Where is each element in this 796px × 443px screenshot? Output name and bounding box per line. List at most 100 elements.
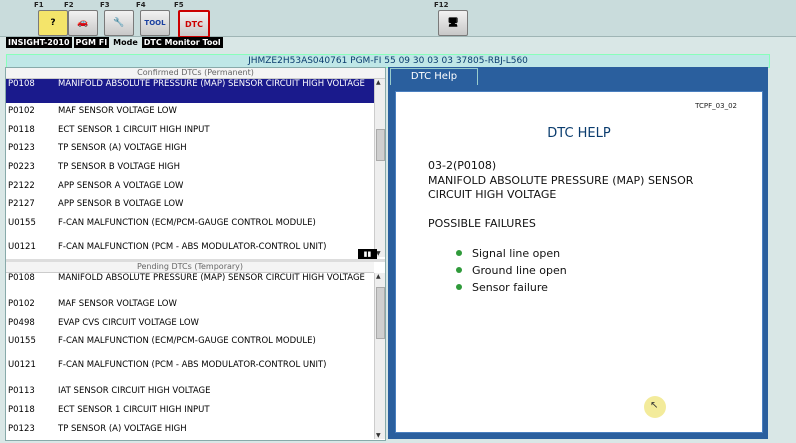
dtc-desc: MANIFOLD ABSOLUTE PRESSURE (MAP) SENSOR … <box>58 273 365 283</box>
mode-label: Mode <box>111 37 140 48</box>
vehicle-name: INSIGHT-2010 <box>6 37 72 48</box>
help-title: DTC HELP <box>547 126 611 141</box>
dtc-desc: F-CAN MALFUNCTION (PCM - ABS MODULATOR-C… <box>58 242 327 252</box>
dtc-desc: APP SENSOR B VOLTAGE LOW <box>58 199 184 209</box>
tab-dtc-help[interactable]: DTC Help <box>390 68 478 85</box>
dtc-code: P0498 <box>8 318 35 328</box>
dtc-row[interactable]: U0121 F-CAN MALFUNCTION (PCM - ABS MODUL… <box>6 242 374 259</box>
dtc-code: P0102 <box>8 106 35 116</box>
confirmed-scrollbar[interactable]: ▲ ▼ <box>374 79 385 257</box>
dtc-code: P0123 <box>8 424 35 434</box>
tool-icon[interactable]: TOOL <box>140 10 170 36</box>
dtc-row[interactable]: P0102 MAF SENSOR VOLTAGE LOW <box>6 106 374 120</box>
dtc-row[interactable]: P0123 TP SENSOR (A) VOLTAGE HIGH <box>6 143 374 157</box>
confirmed-dtc-header: Confirmed DTCs (Permanent) <box>6 68 385 79</box>
dtc-row[interactable]: P0108 MANIFOLD ABSOLUTE PRESSURE (MAP) S… <box>6 273 374 295</box>
dtc-code: U0121 <box>8 242 36 252</box>
dtc-desc: F-CAN MALFUNCTION (ECM/PCM-GAUGE CONTROL… <box>58 336 316 346</box>
dtc-row[interactable]: P0118 ECT SENSOR 1 CIRCUIT HIGH INPUT <box>6 405 374 419</box>
help-desc-line-1: MANIFOLD ABSOLUTE PRESSURE (MAP) SENSOR <box>428 174 694 187</box>
dtc-row[interactable]: P0123 TP SENSOR (A) VOLTAGE HIGH <box>6 424 374 438</box>
f5-label: F5 <box>174 1 184 9</box>
dtc-row[interactable]: P2127 APP SENSOR B VOLTAGE LOW <box>6 199 374 213</box>
function-toolbar: F1 ? F2 🚗 F3 🔧 F4 TOOL F5 DTC F12 🖥 <box>0 0 796 38</box>
pending-dtc-list: P0108 MANIFOLD ABSOLUTE PRESSURE (MAP) S… <box>6 273 374 439</box>
dtc-icon[interactable]: DTC <box>178 10 210 38</box>
mouse-pointer-icon: ↖ <box>650 400 659 411</box>
dtc-row[interactable]: P0118 ECT SENSOR 1 CIRCUIT HIGH INPUT <box>6 125 374 139</box>
f2-label: F2 <box>64 1 74 9</box>
dtc-desc: TP SENSOR (A) VOLTAGE HIGH <box>58 424 187 434</box>
scroll-thumb[interactable] <box>376 129 385 161</box>
f1-key[interactable]: F1 ? <box>34 1 68 36</box>
dtc-row[interactable]: P0223 TP SENSOR B VOLTAGE HIGH <box>6 162 374 176</box>
failure-item: Signal line open <box>456 247 560 260</box>
f3-label: F3 <box>100 1 110 9</box>
dtc-row[interactable]: P0498 EVAP CVS CIRCUIT VOLTAGE LOW <box>6 318 374 332</box>
f3-key[interactable]: F3 🔧 <box>100 1 134 36</box>
dtc-code: P0223 <box>8 162 35 172</box>
dtc-desc: EVAP CVS CIRCUIT VOLTAGE LOW <box>58 318 199 328</box>
dtc-row[interactable]: U0121 F-CAN MALFUNCTION (PCM - ABS MODUL… <box>6 360 374 382</box>
dtc-code: P0113 <box>8 386 35 396</box>
dtc-code: P2127 <box>8 199 35 209</box>
dtc-help-panel: DTC Help TCPF_03_02 DTC HELP 03-2(P0108)… <box>388 67 768 439</box>
scroll-up-icon[interactable]: ▲ <box>376 79 381 86</box>
bullet-icon <box>456 250 462 256</box>
scroll-up-icon[interactable]: ▲ <box>376 273 381 280</box>
dtc-desc: MAF SENSOR VOLTAGE LOW <box>58 299 177 309</box>
dtc-code: U0155 <box>8 218 36 228</box>
bullet-icon <box>456 284 462 290</box>
failure-text: Sensor failure <box>472 281 548 294</box>
dtc-row[interactable]: U0155 F-CAN MALFUNCTION (ECM/PCM-GAUGE C… <box>6 336 374 350</box>
dtc-code: P0108 <box>8 79 35 89</box>
f12-key[interactable]: F12 🖥 <box>434 1 468 36</box>
car-icon[interactable]: 🚗 <box>68 10 98 36</box>
mode-bar: INSIGHT-2010 PGM FI Mode DTC Monitor Too… <box>6 37 223 48</box>
dtc-desc: TP SENSOR (A) VOLTAGE HIGH <box>58 143 187 153</box>
failure-item: Sensor failure <box>456 281 548 294</box>
dtc-row[interactable]: P2122 APP SENSOR A VOLTAGE LOW <box>6 181 374 195</box>
dtc-row[interactable]: U0155 F-CAN MALFUNCTION (ECM/PCM-GAUGE C… <box>6 218 374 232</box>
scroll-down-icon[interactable]: ▼ <box>376 432 381 439</box>
dtc-desc: APP SENSOR A VOLTAGE LOW <box>58 181 184 191</box>
tools-icon[interactable]: 🔧 <box>104 10 134 36</box>
dtc-code: U0155 <box>8 336 36 346</box>
f4-label: F4 <box>136 1 146 9</box>
dtc-desc: F-CAN MALFUNCTION (PCM - ABS MODULATOR-C… <box>58 360 327 370</box>
pending-scrollbar[interactable]: ▲ ▼ <box>374 273 385 439</box>
computer-icon[interactable]: 🖥 <box>438 10 468 36</box>
dtc-desc: MAF SENSOR VOLTAGE LOW <box>58 106 177 116</box>
dtc-row[interactable]: P0102 MAF SENSOR VOLTAGE LOW <box>6 299 374 313</box>
dtc-desc: ECT SENSOR 1 CIRCUIT HIGH INPUT <box>58 125 210 135</box>
f5-key[interactable]: F5 DTC <box>174 1 210 38</box>
confirmed-dtc-list: P0108 MANIFOLD ABSOLUTE PRESSURE (MAP) S… <box>6 79 374 259</box>
dtc-desc: ECT SENSOR 1 CIRCUIT HIGH INPUT <box>58 405 210 415</box>
dtc-code: P0123 <box>8 143 35 153</box>
dtc-code: P2122 <box>8 181 35 191</box>
dtc-row[interactable]: P0108 MANIFOLD ABSOLUTE PRESSURE (MAP) S… <box>6 79 374 103</box>
failure-item: Ground line open <box>456 264 567 277</box>
mode-name: DTC Monitor Tool <box>141 37 223 48</box>
dtc-row[interactable]: P0113 IAT SENSOR CIRCUIT HIGH VOLTAGE <box>6 386 374 400</box>
dtc-desc: MANIFOLD ABSOLUTE PRESSURE (MAP) SENSOR … <box>58 79 365 89</box>
f2-key[interactable]: F2 🚗 <box>64 1 98 36</box>
scroll-thumb[interactable] <box>376 287 385 339</box>
pending-dtc-header: Pending DTCs (Temporary) <box>6 262 374 273</box>
failure-text: Ground line open <box>472 264 567 277</box>
help-doc-id: TCPF_03_02 <box>695 102 737 110</box>
dtc-code: P0118 <box>8 125 35 135</box>
f1-label: F1 <box>34 1 44 9</box>
f4-key[interactable]: F4 TOOL <box>136 1 170 36</box>
failures-header: POSSIBLE FAILURES <box>428 217 536 230</box>
system-name: PGM FI <box>73 37 110 48</box>
help-icon[interactable]: ? <box>38 10 68 36</box>
bullet-icon <box>456 267 462 273</box>
f12-label: F12 <box>434 1 449 9</box>
help-desc-line-2: CIRCUIT HIGH VOLTAGE <box>428 188 557 201</box>
dtc-list-panel: Confirmed DTCs (Permanent) P0108 MANIFOL… <box>5 67 386 441</box>
dtc-code: U0121 <box>8 360 36 370</box>
dtc-code: P0102 <box>8 299 35 309</box>
dtc-code: P0118 <box>8 405 35 415</box>
dtc-code: P0108 <box>8 273 35 283</box>
